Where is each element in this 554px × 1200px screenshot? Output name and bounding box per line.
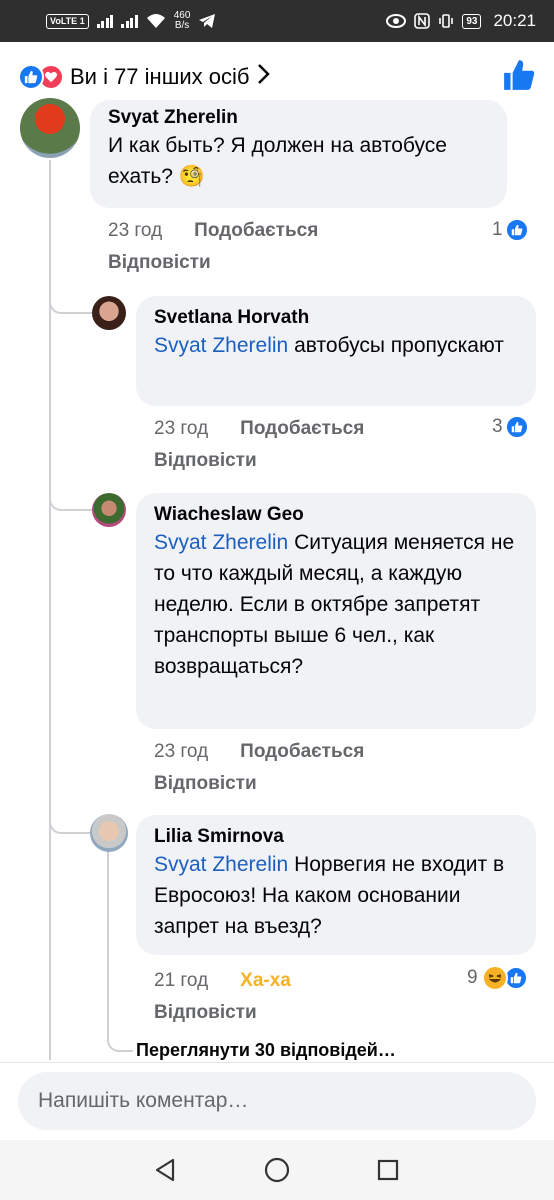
reaction-icons — [18, 64, 64, 90]
comment-text: И как быть? Я должен на автобусе ехать? … — [108, 134, 447, 188]
comment-actions: 21 год Ха-ха — [154, 970, 291, 992]
comment-bubble[interactable]: Lilia Smirnova Svyat Zherelin Норвегия н… — [136, 815, 536, 955]
reply-button[interactable]: Відповісти — [154, 1002, 257, 1024]
comment-time[interactable]: 23 год — [154, 418, 208, 440]
comment-bubble[interactable]: Wiacheslaw Geo Svyat Zherelin Ситуация м… — [136, 493, 536, 729]
like-button[interactable]: Подобається — [194, 220, 318, 242]
reply-button[interactable]: Відповісти — [154, 773, 257, 795]
reaction-count[interactable]: 1 — [492, 218, 529, 242]
like-button[interactable]: Подобається — [240, 418, 364, 440]
comment-author[interactable]: Svetlana Horvath — [154, 306, 520, 330]
thread-connector — [107, 1030, 133, 1052]
volte-badge: VoLTE 1 — [46, 13, 89, 29]
eye-icon — [386, 14, 407, 28]
comment-actions: 23 год Подобається — [154, 418, 364, 440]
system-nav-bar — [0, 1140, 554, 1200]
wifi-icon — [146, 14, 165, 28]
comment-text: Svyat Zherelin Норвегия не входит в Евро… — [154, 853, 505, 938]
thread-connector — [49, 487, 93, 511]
status-bar: VoLTE 1 460 B/s 93 20:21 — [0, 0, 554, 42]
reply-button[interactable]: Відповісти — [154, 450, 257, 472]
avatar[interactable] — [92, 296, 126, 330]
comment-author[interactable]: Lilia Smirnova — [154, 825, 520, 849]
signal-icon — [96, 14, 114, 28]
view-more-replies-link[interactable]: Переглянути 30 відповідей… — [136, 1040, 396, 1061]
reaction-count[interactable]: 9 — [467, 965, 528, 991]
comment-author[interactable]: Wiacheslaw Geo — [154, 503, 520, 527]
nfc-icon — [414, 13, 431, 29]
comment-text: Svyat Zherelin автобусы пропускают — [154, 334, 504, 357]
reaction-count[interactable]: 3 — [492, 415, 529, 439]
signal-icon-2 — [121, 14, 138, 28]
reactions-summary: Ви і 77 інших осіб — [70, 64, 250, 89]
like-post-button[interactable] — [502, 58, 536, 97]
home-button[interactable] — [257, 1150, 297, 1190]
thread-line — [107, 850, 109, 1040]
comment-time[interactable]: 21 год — [154, 970, 208, 992]
thumbs-up-icon — [504, 218, 529, 242]
mention-link[interactable]: Svyat Zherelin — [154, 853, 288, 876]
thread-connector — [49, 290, 93, 314]
comment-time[interactable]: 23 год — [108, 220, 162, 242]
comment-author[interactable]: Svyat Zherelin — [108, 106, 491, 130]
comment-time[interactable]: 23 год — [154, 741, 208, 763]
thumbs-up-icon — [504, 415, 529, 439]
recents-button[interactable] — [368, 1150, 408, 1190]
avatar[interactable] — [90, 814, 128, 852]
comment-input[interactable]: Напишіть коментар… — [18, 1072, 536, 1130]
haha-emoji-icon — [481, 965, 508, 991]
comment-bubble[interactable]: Svyat Zherelin И как быть? Я должен на а… — [90, 100, 507, 208]
vibrate-icon — [439, 14, 454, 28]
comment-actions: 23 год Подобається — [154, 741, 364, 763]
comment-actions: 23 год Подобається — [108, 220, 318, 242]
comment-bubble[interactable]: Svetlana Horvath Svyat Zherelin автобусы… — [136, 296, 536, 406]
telegram-icon — [199, 14, 216, 28]
comment-composer-bar: Напишіть коментар… — [0, 1062, 554, 1142]
avatar[interactable] — [92, 493, 126, 527]
like-button[interactable]: Подобається — [240, 741, 364, 763]
thread-connector — [49, 810, 93, 834]
comment-input-placeholder: Напишіть коментар… — [38, 1089, 249, 1112]
mention-link[interactable]: Svyat Zherelin — [154, 334, 288, 357]
network-speed: 460 B/s — [173, 10, 191, 31]
clock: 20:21 — [493, 11, 536, 30]
avatar[interactable] — [20, 98, 80, 158]
back-button[interactable] — [146, 1150, 186, 1190]
battery-icon: 93 — [462, 13, 482, 29]
chevron-right-icon — [257, 63, 271, 91]
comment-text: Svyat Zherelin Ситуация меняется не то ч… — [154, 531, 515, 678]
reply-button[interactable]: Відповісти — [108, 252, 211, 274]
haha-button[interactable]: Ха-ха — [240, 970, 291, 992]
thumbs-up-icon — [18, 64, 44, 90]
mention-link[interactable]: Svyat Zherelin — [154, 531, 288, 554]
